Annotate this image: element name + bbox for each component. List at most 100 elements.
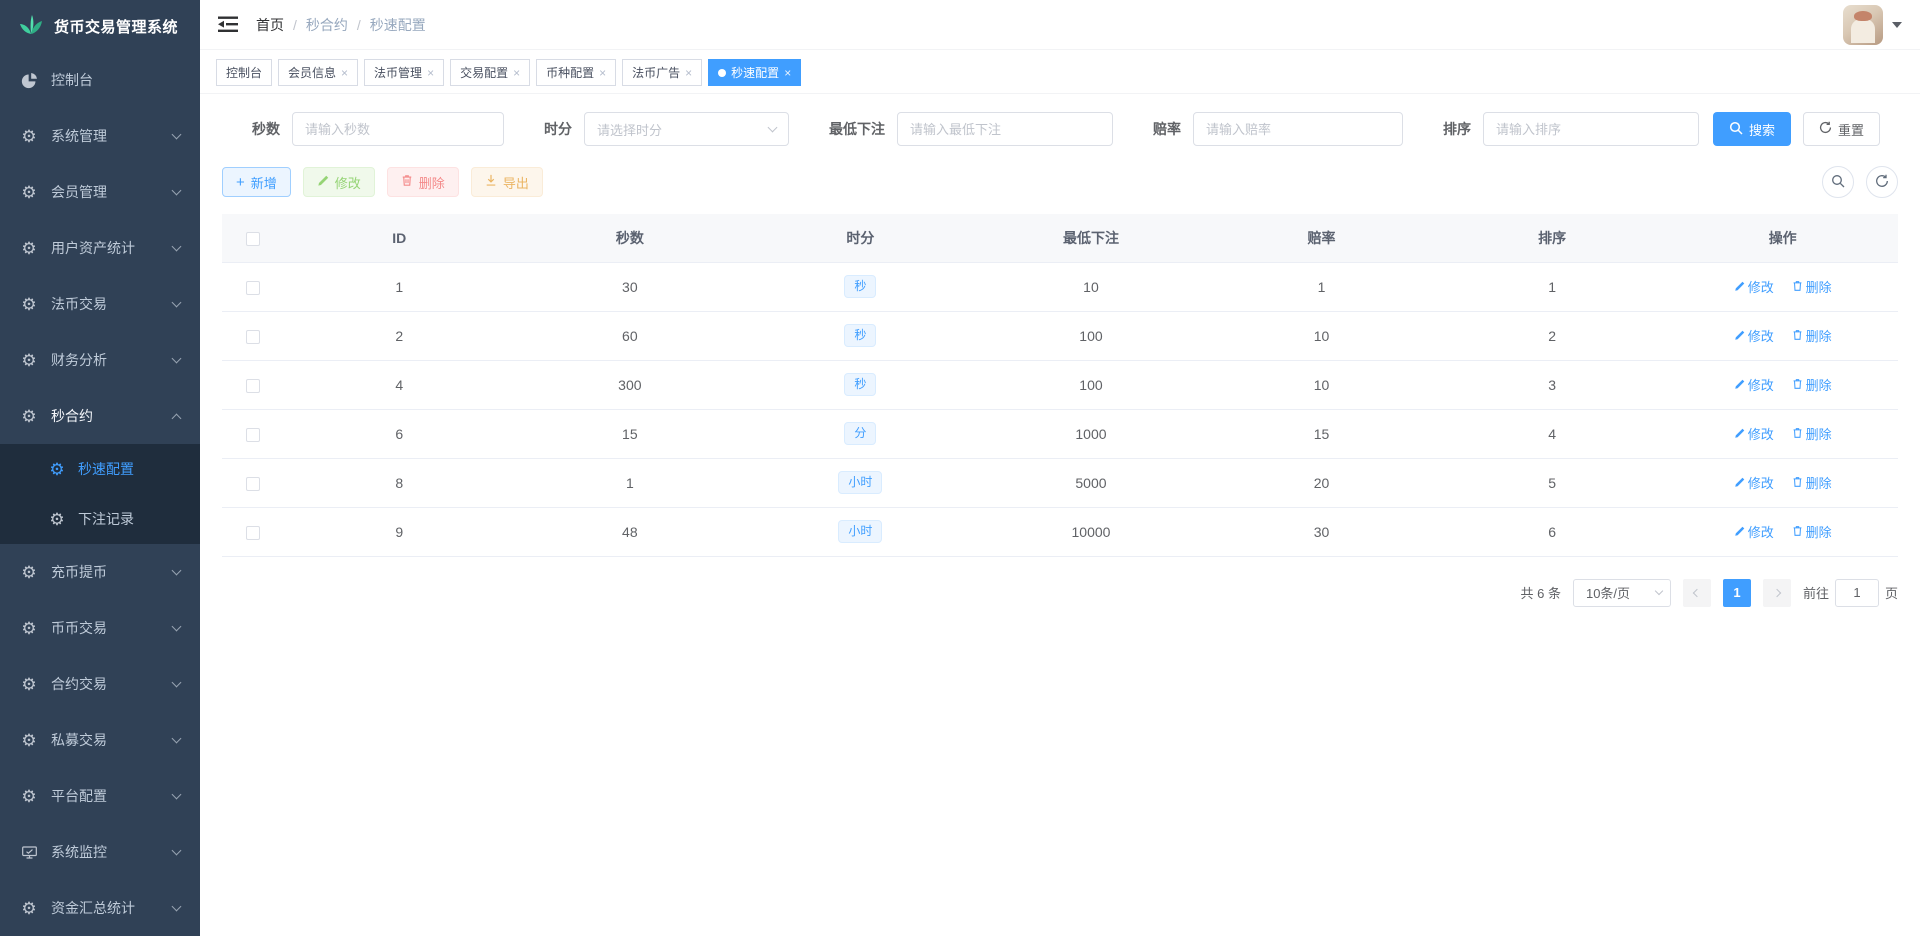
tab-fiat-ad[interactable]: 法币广告 × bbox=[622, 59, 702, 86]
cell-id: 1 bbox=[284, 262, 515, 311]
cell-odds: 1 bbox=[1206, 262, 1437, 311]
row-edit-link[interactable]: 修改 bbox=[1734, 473, 1774, 492]
row-delete-link[interactable]: 删除 bbox=[1792, 277, 1832, 296]
tab-fiat-mgmt[interactable]: 法币管理 × bbox=[364, 59, 444, 86]
sidebar-item-system-monitor[interactable]: 系统监控 bbox=[0, 824, 200, 880]
tab-console[interactable]: 控制台 bbox=[216, 59, 272, 86]
breadcrumb-separator: / bbox=[293, 17, 297, 33]
search-button[interactable]: 搜索 bbox=[1713, 112, 1791, 146]
close-icon[interactable]: × bbox=[599, 67, 606, 79]
seconds-input[interactable] bbox=[292, 112, 504, 146]
tab-member-info[interactable]: 会员信息 × bbox=[278, 59, 358, 86]
reset-button[interactable]: 重置 bbox=[1803, 112, 1880, 146]
tab-coin-config[interactable]: 币种配置 × bbox=[536, 59, 616, 86]
sidebar-item-coin-trade[interactable]: 币币交易 bbox=[0, 600, 200, 656]
row-delete-link[interactable]: 删除 bbox=[1792, 473, 1832, 492]
cell-seconds: 15 bbox=[515, 409, 746, 458]
sidebar-subitem-seconds-config[interactable]: 秒速配置 bbox=[0, 444, 200, 494]
close-icon[interactable]: × bbox=[513, 67, 520, 79]
row-edit-link[interactable]: 修改 bbox=[1734, 375, 1774, 394]
cell-id: 2 bbox=[284, 311, 515, 360]
sidebar-item-user-assets[interactable]: 用户资产统计 bbox=[0, 220, 200, 276]
sidebar-item-fiat-trade[interactable]: 法币交易 bbox=[0, 276, 200, 332]
row-edit-link[interactable]: 修改 bbox=[1734, 277, 1774, 296]
sidebar-item-member-mgmt[interactable]: 会员管理 bbox=[0, 164, 200, 220]
sidebar-item-system-mgmt[interactable]: 系统管理 bbox=[0, 108, 200, 164]
sidebar-item-label: 系统监控 bbox=[51, 842, 107, 862]
table-search-button[interactable] bbox=[1822, 166, 1854, 198]
row-checkbox[interactable] bbox=[246, 526, 260, 540]
page-size-select[interactable]: 10条/页 bbox=[1573, 579, 1671, 607]
close-icon[interactable]: × bbox=[685, 67, 692, 79]
avatar[interactable] bbox=[1843, 5, 1883, 45]
filter-label: 赔率 bbox=[1153, 119, 1181, 139]
row-edit-link[interactable]: 修改 bbox=[1734, 522, 1774, 541]
cell-seconds: 300 bbox=[515, 360, 746, 409]
cell-seconds: 48 bbox=[515, 507, 746, 556]
row-checkbox[interactable] bbox=[246, 428, 260, 442]
sidebar-item-console[interactable]: 控制台 bbox=[0, 52, 200, 108]
filter-label: 排序 bbox=[1443, 119, 1471, 139]
sidebar-item-private-trade[interactable]: 私募交易 bbox=[0, 712, 200, 768]
row-checkbox[interactable] bbox=[246, 281, 260, 295]
cell-sort: 4 bbox=[1437, 409, 1668, 458]
breadcrumb-home[interactable]: 首页 bbox=[256, 15, 284, 35]
sidebar-item-contract-trade[interactable]: 合约交易 bbox=[0, 656, 200, 712]
total-count: 共 6 条 bbox=[1521, 583, 1561, 602]
gear-icon bbox=[20, 619, 38, 637]
reset-button-label: 重置 bbox=[1838, 120, 1864, 139]
sort-input[interactable] bbox=[1483, 112, 1699, 146]
goto-page-input[interactable] bbox=[1835, 579, 1879, 607]
chevron-down-icon bbox=[172, 566, 182, 576]
row-delete-link[interactable]: 删除 bbox=[1792, 375, 1832, 394]
odds-input[interactable] bbox=[1193, 112, 1403, 146]
breadcrumb-seconds-contract[interactable]: 秒合约 bbox=[306, 15, 348, 35]
min-bet-input[interactable] bbox=[897, 112, 1113, 146]
gear-icon bbox=[20, 239, 38, 257]
gear-icon bbox=[20, 127, 38, 145]
sidebar-item-finance-analysis[interactable]: 财务分析 bbox=[0, 332, 200, 388]
tab-label: 秒速配置 bbox=[731, 64, 779, 81]
sidebar-item-fund-summary[interactable]: 资金汇总统计 bbox=[0, 880, 200, 936]
row-edit-link[interactable]: 修改 bbox=[1734, 424, 1774, 443]
sidebar-item-seconds-contract[interactable]: 秒合约 bbox=[0, 388, 200, 444]
delete-button[interactable]: 删除 bbox=[387, 167, 459, 197]
select-all-checkbox[interactable] bbox=[246, 232, 260, 246]
breadcrumb-seconds-config: 秒速配置 bbox=[370, 15, 426, 35]
tab-seconds-config[interactable]: 秒速配置 × bbox=[708, 59, 801, 86]
row-checkbox[interactable] bbox=[246, 477, 260, 491]
row-checkbox[interactable] bbox=[246, 379, 260, 393]
menu-fold-icon[interactable] bbox=[218, 16, 238, 33]
cell-sort: 3 bbox=[1437, 360, 1668, 409]
chevron-down-icon bbox=[172, 790, 182, 800]
row-delete-link[interactable]: 删除 bbox=[1792, 424, 1832, 443]
prev-page-button[interactable] bbox=[1683, 579, 1711, 607]
row-edit-link[interactable]: 修改 bbox=[1734, 326, 1774, 345]
close-icon[interactable]: × bbox=[784, 67, 791, 79]
add-button[interactable]: 新增 bbox=[222, 167, 291, 197]
sidebar-item-deposit-withdraw[interactable]: 充币提币 bbox=[0, 544, 200, 600]
table-row: 6 15 分 1000 15 4 修改 删除 bbox=[222, 409, 1898, 458]
row-checkbox[interactable] bbox=[246, 330, 260, 344]
download-icon bbox=[485, 174, 497, 190]
table-refresh-button[interactable] bbox=[1866, 166, 1898, 198]
cell-seconds: 1 bbox=[515, 458, 746, 507]
sidebar-subitem-bet-records[interactable]: 下注记录 bbox=[0, 494, 200, 544]
page-1-button[interactable]: 1 bbox=[1723, 579, 1751, 607]
row-delete-link[interactable]: 删除 bbox=[1792, 522, 1832, 541]
cell-sort: 5 bbox=[1437, 458, 1668, 507]
row-delete-link[interactable]: 删除 bbox=[1792, 326, 1832, 345]
chevron-down-icon bbox=[172, 622, 182, 632]
chevron-down-icon[interactable] bbox=[1892, 22, 1902, 28]
sidebar-item-platform-config[interactable]: 平台配置 bbox=[0, 768, 200, 824]
tab-label: 会员信息 bbox=[288, 64, 336, 81]
cell-sort: 2 bbox=[1437, 311, 1668, 360]
edit-button[interactable]: 修改 bbox=[303, 167, 375, 197]
tab-trade-config[interactable]: 交易配置 × bbox=[450, 59, 530, 86]
next-page-button[interactable] bbox=[1763, 579, 1791, 607]
cell-sort: 6 bbox=[1437, 507, 1668, 556]
close-icon[interactable]: × bbox=[341, 67, 348, 79]
close-icon[interactable]: × bbox=[427, 67, 434, 79]
time-unit-select[interactable]: 请选择时分 bbox=[584, 112, 789, 146]
export-button[interactable]: 导出 bbox=[471, 167, 543, 197]
